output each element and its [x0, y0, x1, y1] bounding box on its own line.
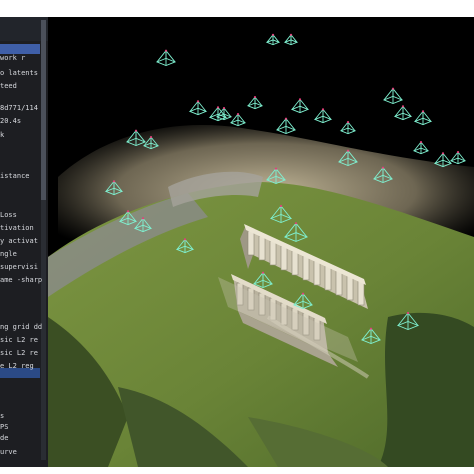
app-window: work r o latents teed 8d771/114 20.4s k …	[0, 0, 474, 474]
panel-row[interactable]: ame -sharp	[0, 275, 48, 286]
panel-row[interactable]: ngle	[0, 249, 48, 260]
panel-row[interactable]: ng grid dd	[0, 322, 48, 333]
panel-row[interactable]: urve	[0, 447, 48, 458]
panel-row	[0, 390, 48, 401]
panel-row[interactable]: y activat	[0, 236, 48, 247]
panel-row[interactable]: istance	[0, 171, 48, 182]
panel-row: k	[0, 131, 5, 139]
panel-row	[0, 288, 48, 299]
panel-row: 8d771/114	[0, 104, 38, 112]
panel-row[interactable]: de	[0, 433, 48, 444]
panel-row[interactable]: o latents	[0, 68, 48, 79]
scene-render	[48, 17, 474, 467]
panel-row[interactable]: s	[0, 411, 48, 422]
panel-row	[0, 185, 48, 196]
panel-row	[0, 377, 48, 388]
panel-row[interactable]: supervisi	[0, 262, 48, 273]
tree-cluster-right	[378, 312, 474, 467]
panel-row[interactable]: teed	[0, 81, 48, 92]
panel-row[interactable]: PS	[0, 422, 48, 433]
panel-row[interactable]: e L2 reg	[0, 361, 48, 372]
settings-side-panel: work r o latents teed 8d771/114 20.4s k …	[0, 17, 49, 467]
panel-row[interactable]: tivation	[0, 223, 48, 234]
3d-viewport[interactable]	[48, 17, 474, 467]
panel-row[interactable]: work r	[0, 53, 48, 64]
panel-row[interactable]: sic L2 re	[0, 348, 48, 359]
panel-row[interactable]: Loss	[0, 210, 48, 221]
panel-row: 20.4s	[0, 117, 22, 125]
panel-row[interactable]: sic L2 re	[0, 335, 48, 346]
